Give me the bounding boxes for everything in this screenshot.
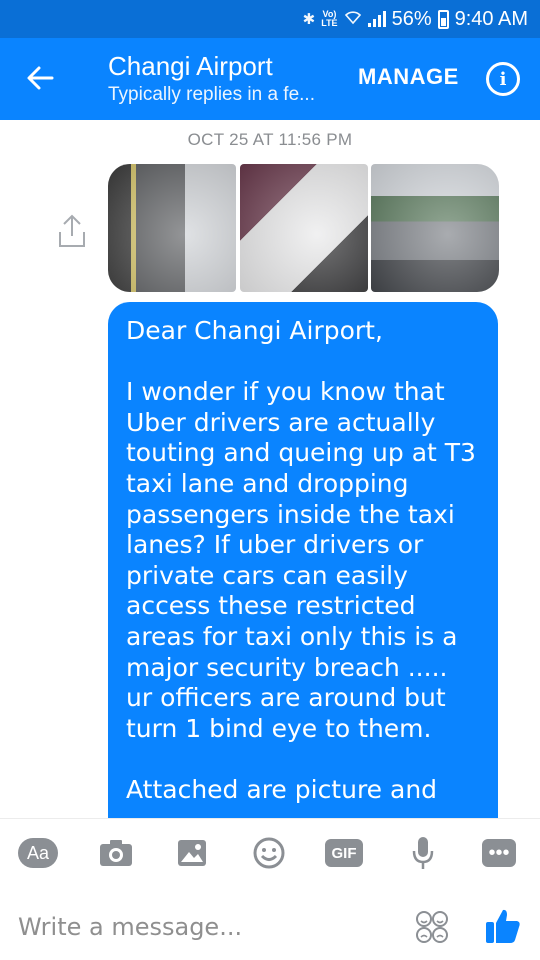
status-bar: ✱ Vo) LTE 56% 9:40 AM xyxy=(0,0,540,38)
message-input[interactable] xyxy=(18,905,398,949)
composer: Aa GIF ••• xyxy=(0,818,540,960)
emoji-icon[interactable] xyxy=(249,833,289,873)
input-row xyxy=(0,905,540,949)
message-bubble[interactable]: Dear Changi Airport, I wonder if you kno… xyxy=(108,302,498,818)
signal-icon xyxy=(367,11,386,27)
more-options-button[interactable]: ••• xyxy=(482,839,516,867)
back-button[interactable] xyxy=(18,56,62,100)
camera-icon[interactable] xyxy=(96,833,136,873)
text-style-button[interactable]: Aa xyxy=(18,838,58,868)
attached-photo-3[interactable] xyxy=(371,164,499,292)
composer-toolbar: Aa GIF ••• xyxy=(0,833,540,873)
app-bar: Changi Airport Typically replies in a fe… xyxy=(0,38,540,120)
contact-header[interactable]: Changi Airport Typically replies in a fe… xyxy=(108,50,315,108)
gallery-icon[interactable] xyxy=(172,833,212,873)
response-time: Typically replies in a fe... xyxy=(108,84,315,105)
info-icon[interactable]: i xyxy=(486,62,520,96)
clock: 9:40 AM xyxy=(454,7,528,30)
back-arrow-icon xyxy=(27,66,54,90)
message-timestamp: OCT 25 AT 11:56 PM xyxy=(187,130,353,149)
volte-indicator: Vo) LTE xyxy=(321,9,338,28)
bluetooth-icon: ✱ xyxy=(302,11,316,28)
gif-button[interactable]: GIF xyxy=(325,839,363,867)
microphone-icon[interactable] xyxy=(403,833,443,873)
contact-name: Changi Airport xyxy=(108,51,273,81)
stickers-icon[interactable] xyxy=(414,909,450,945)
like-icon[interactable] xyxy=(484,907,522,945)
conversation[interactable]: OCT 25 AT 11:56 PM Dear Changi Airport, … xyxy=(0,120,540,818)
wifi-icon xyxy=(344,9,362,29)
attached-photo-1[interactable] xyxy=(108,164,236,292)
attached-photo-2[interactable] xyxy=(240,164,368,292)
battery-icon xyxy=(437,9,449,29)
battery-percent: 56% xyxy=(391,7,432,30)
manage-button[interactable]: MANAGE xyxy=(358,64,459,90)
share-icon[interactable] xyxy=(56,214,88,248)
